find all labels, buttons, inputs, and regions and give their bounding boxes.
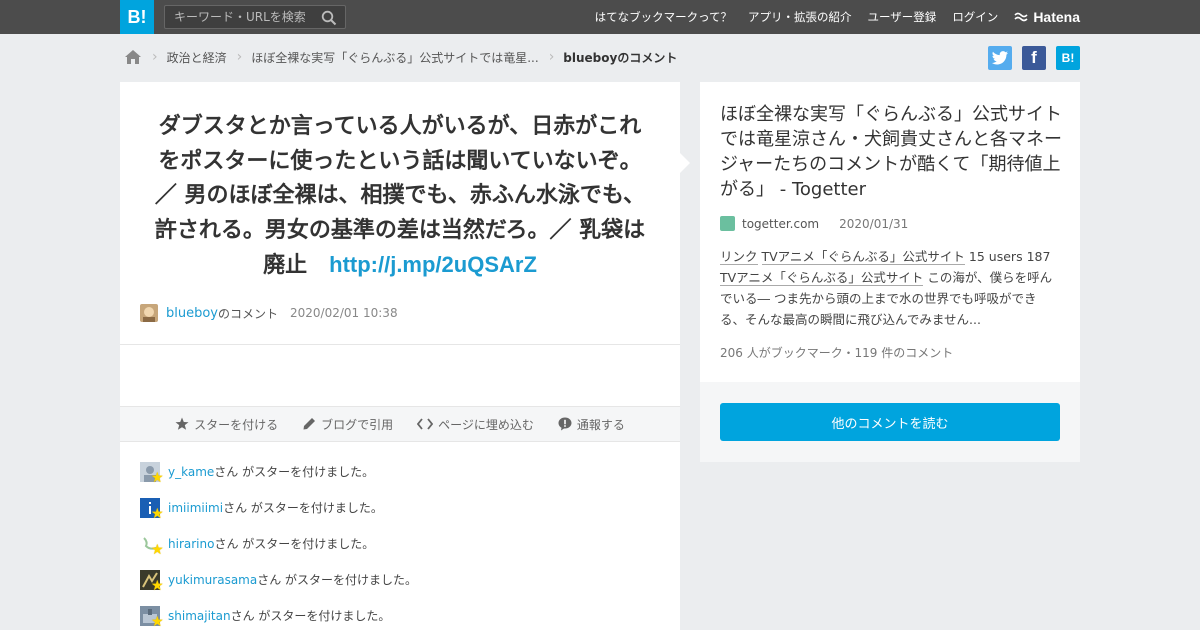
avatar[interactable]: ★ — [140, 606, 164, 629]
star-icon: ★ — [151, 578, 164, 594]
avatar[interactable]: ★ — [140, 462, 164, 485]
nav-about[interactable]: はてなブックマークって？ — [595, 9, 732, 25]
star-item: ★ yukimurasama さん がスターを付けました。 — [140, 570, 660, 606]
add-star-label: スターを付ける — [194, 417, 279, 432]
comment-panel: ダブスタとか言っている人がいるが、日赤がこれをポスターに使ったという話は聞いてい… — [120, 82, 680, 630]
star-item: ★ imiimiimi さん がスターを付けました。 — [140, 498, 660, 534]
avatar[interactable] — [140, 304, 158, 322]
desc-number: 187 — [1026, 249, 1051, 264]
entry-source: togetter.com 2020/01/31 — [720, 216, 908, 231]
comment-actions: スターを付ける ブログで引用 ページに埋め込む 通報する — [120, 406, 680, 442]
star-icon: ★ — [151, 542, 164, 558]
blog-quote-button[interactable]: ブログで引用 — [302, 416, 393, 433]
star-user[interactable]: imiimiimi — [168, 498, 223, 518]
hatena-bookmark-logo[interactable]: B! — [120, 0, 154, 34]
breadcrumb-separator: › — [236, 49, 243, 65]
embed-button[interactable]: ページに埋め込む — [417, 416, 534, 433]
comment-date[interactable]: 2020/02/01 10:38 — [290, 306, 398, 320]
desc-link[interactable]: リンク — [720, 249, 758, 265]
breadcrumb-separator: › — [152, 49, 158, 65]
star-user[interactable]: yukimurasama — [168, 570, 257, 590]
entry-date: 2020/01/31 — [839, 216, 909, 231]
breadcrumb: › 政治と経済 › ほぼ全裸な実写「ぐらんぶる」公式サイトでは竜星... › b… — [124, 46, 677, 68]
report-label: 通報する — [576, 417, 625, 432]
search-icon[interactable] — [321, 10, 337, 26]
embed-label: ページに埋め込む — [438, 417, 534, 432]
twitter-bird-icon — [992, 51, 1008, 65]
entry-description: リンク TVアニメ「ぐらんぶる」公式サイト 15 users 187 TVアニメ… — [720, 246, 1060, 330]
blog-quote-label: ブログで引用 — [321, 417, 394, 432]
comment-meta: blueboy のコメント 2020/02/01 10:38 — [140, 304, 398, 322]
breadcrumb-current: blueboyのコメント — [563, 50, 678, 65]
star-user[interactable]: y_kame — [168, 462, 214, 482]
desc-link[interactable]: TVアニメ「ぐらんぶる」公式サイト — [761, 249, 965, 265]
comment-body: ダブスタとか言っている人がいるが、日赤がこれをポスターに使ったという話は聞いてい… — [150, 110, 650, 284]
star-icon: ★ — [151, 506, 164, 522]
star-text: さん がスターを付けました。 — [257, 573, 418, 587]
site-favicon — [720, 216, 735, 231]
hatena-waves-icon — [1014, 12, 1028, 22]
more-comments-box: 他のコメントを読む — [700, 382, 1080, 462]
avatar[interactable]: ★ — [140, 498, 164, 521]
header-nav: はてなブックマークって？ アプリ・拡張の紹介 ユーザー登録 ログイン Haten… — [579, 0, 1080, 34]
avatar[interactable]: ★ — [140, 570, 164, 593]
comment-link[interactable]: http://j.mp/2uQSArZ — [329, 252, 537, 277]
read-other-comments-button[interactable]: 他のコメントを読む — [720, 403, 1060, 441]
code-icon — [417, 418, 434, 430]
avatar[interactable]: ★ — [140, 534, 164, 557]
star-item: ★ shimajitan さん がスターを付けました。 — [140, 606, 660, 630]
star-icon: ★ — [151, 470, 164, 486]
pencil-icon — [303, 418, 316, 430]
star-user[interactable]: hirarino — [168, 534, 214, 554]
nav-register[interactable]: ユーザー登録 — [868, 9, 937, 25]
nav-login[interactable]: ログイン — [952, 9, 998, 25]
desc-link[interactable]: TVアニメ「ぐらんぶる」公式サイト — [720, 270, 924, 286]
star-text: さん がスターを付けました。 — [214, 465, 375, 479]
star-icon — [175, 417, 189, 430]
search-input[interactable] — [165, 6, 315, 28]
hatebu-share-button[interactable]: B! — [1056, 46, 1080, 70]
hatena-logo-text: Hatena — [1033, 9, 1080, 25]
star-text: さん がスターを付けました。 — [230, 609, 391, 623]
star-user[interactable]: shimajitan — [168, 606, 231, 626]
report-button[interactable]: 通報する — [558, 416, 625, 433]
entry-stats: 206 人がブックマーク・119 件のコメント — [720, 346, 954, 360]
desc-users: 15 users — [968, 249, 1023, 264]
star-icon: ★ — [151, 614, 164, 630]
home-icon[interactable] — [124, 49, 142, 65]
facebook-share-button[interactable]: f — [1022, 46, 1046, 70]
star-text: さん がスターを付けました。 — [214, 537, 375, 551]
star-item: ★ y_kame さん がスターを付けました。 — [140, 462, 660, 498]
star-item: ★ hirarino さん がスターを付けました。 — [140, 534, 660, 570]
twitter-share-button[interactable] — [988, 46, 1012, 70]
add-star-button[interactable]: スターを付ける — [175, 416, 278, 433]
entry-panel: ほぼ全裸な実写「ぐらんぶる」公式サイトでは竜星涼さん・犬飼貴丈さんと各マネージャ… — [700, 82, 1080, 382]
comment-user[interactable]: blueboy — [166, 306, 218, 321]
star-list: ★ y_kame さん がスターを付けました。 ★ imiimiimi さん がスタ… — [140, 462, 660, 630]
search-box — [164, 5, 346, 29]
breadcrumb-separator: › — [548, 49, 555, 65]
breadcrumb-category[interactable]: 政治と経済 — [167, 49, 227, 66]
entry-domain[interactable]: togetter.com — [742, 217, 819, 231]
top-bar: B! はてなブックマークって？ アプリ・拡張の紹介 ユーザー登録 ログイン Ha… — [0, 0, 1200, 34]
panel-pointer — [680, 153, 690, 173]
nav-apps[interactable]: アプリ・拡張の紹介 — [748, 9, 852, 25]
comment-user-suffix: のコメント — [218, 306, 279, 321]
star-text: さん がスターを付けました。 — [223, 501, 383, 515]
entry-title[interactable]: ほぼ全裸な実写「ぐらんぶる」公式サイトでは竜星涼さん・犬飼貴丈さんと各マネージャ… — [720, 102, 1065, 202]
hatena-logo[interactable]: Hatena — [1014, 9, 1080, 25]
alert-bubble-icon — [558, 417, 572, 431]
divider — [120, 344, 680, 345]
breadcrumb-entry[interactable]: ほぼ全裸な実写「ぐらんぶる」公式サイトでは竜星... — [251, 49, 538, 66]
